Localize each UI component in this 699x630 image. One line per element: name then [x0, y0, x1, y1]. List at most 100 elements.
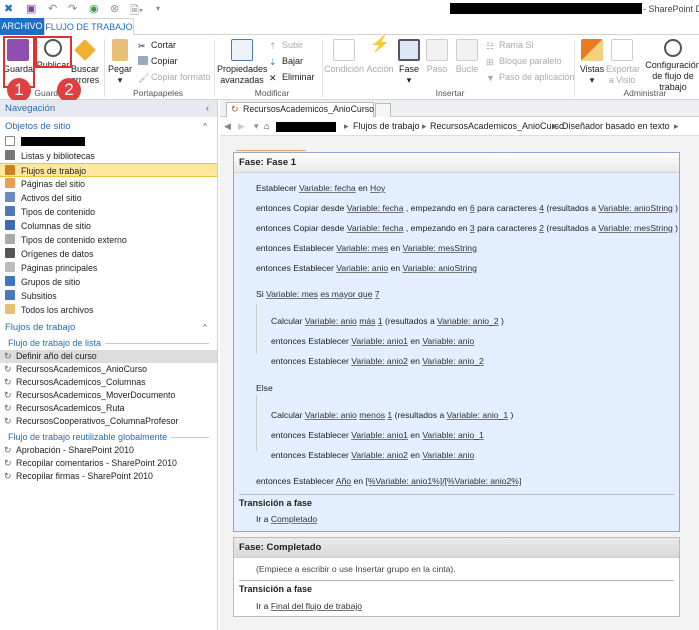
- app-step-button[interactable]: ▼ Paso de aplicación: [486, 72, 575, 83]
- nav-item[interactable]: Páginas del sitio: [0, 177, 217, 191]
- breadcrumb-text-designer[interactable]: Diseñador basado en texto: [562, 117, 670, 136]
- statement-link[interactable]: Variable: anio2: [351, 450, 408, 460]
- statement-link[interactable]: Variable: anio: [305, 316, 357, 326]
- statement-text: entonces Copiar desde: [256, 223, 347, 233]
- workflow-item[interactable]: ↻ RecursosAcademicos_Columnas: [0, 376, 217, 389]
- undo-icon[interactable]: ↶: [48, 2, 57, 15]
- nav-item[interactable]: Orígenes de datos: [0, 247, 217, 261]
- statement-link[interactable]: Variable: anio_2: [422, 356, 483, 366]
- stop-icon[interactable]: ⊗: [110, 2, 119, 15]
- statement-link[interactable]: Hoy: [370, 183, 385, 193]
- nav-item[interactable]: Activos del sitio: [0, 191, 217, 205]
- stage-fase-1[interactable]: Fase: Fase 1 Establecer Variable: fecha …: [233, 152, 680, 532]
- statement-link[interactable]: Variable: anio1: [351, 430, 408, 440]
- statement-link[interactable]: es mayor que: [320, 289, 372, 299]
- workflow-item[interactable]: ↻ Aprobación - SharePoint 2010: [0, 444, 217, 457]
- statement-link[interactable]: Variable: fecha: [347, 203, 404, 213]
- statement-link[interactable]: Variable: anio: [305, 410, 357, 420]
- export-visio-button[interactable]: Exportar a Visio: [606, 39, 640, 86]
- history-dropdown[interactable]: ▾: [254, 117, 259, 136]
- advanced-properties-button[interactable]: Propiedades avanzadas: [217, 39, 268, 86]
- nav-item[interactable]: Tipos de contenido: [0, 205, 217, 219]
- cut-button[interactable]: ✂ Cortar: [138, 40, 176, 51]
- if-branch-button[interactable]: ☷ Rama Si: [486, 40, 534, 51]
- tab-archivo[interactable]: ARCHIVO: [0, 18, 44, 35]
- stage-completado[interactable]: Fase: Completado (Empiece a escribir o u…: [233, 537, 680, 617]
- refresh-icon[interactable]: ◉: [89, 2, 99, 15]
- section-workflows[interactable]: Flujos de trabajo ^: [0, 320, 217, 336]
- copy-button[interactable]: Copiar: [138, 56, 178, 66]
- nav-item-icon: [5, 304, 15, 314]
- statement-link[interactable]: Variable: anio2: [351, 356, 408, 366]
- statement-link[interactable]: Variable: anio: [336, 263, 388, 273]
- workflow-item[interactable]: ↻ RecursosAcademicos_MoverDocumento: [0, 389, 217, 402]
- nav-item[interactable]: Columnas de sitio: [0, 219, 217, 233]
- statement-link[interactable]: 7: [375, 289, 380, 299]
- home-icon[interactable]: ⌂: [264, 117, 269, 136]
- redo-icon[interactable]: ↷: [68, 2, 77, 15]
- statement-link[interactable]: Variable: anio_1: [422, 430, 483, 440]
- statement-link[interactable]: Variable: mes: [266, 289, 318, 299]
- condition-button[interactable]: Condición: [324, 39, 364, 75]
- statement-link[interactable]: Año: [336, 476, 351, 486]
- paste-button[interactable]: Pegar ▾: [106, 39, 134, 86]
- loop-button[interactable]: Bucle: [454, 39, 480, 75]
- move-up-button[interactable]: ⇡ Subir: [269, 40, 303, 51]
- statement-link[interactable]: Variable: anio: [422, 450, 474, 460]
- new-tab-button[interactable]: [375, 103, 391, 117]
- step-button[interactable]: Paso: [424, 39, 450, 75]
- statement-link[interactable]: Variable: anioString: [403, 263, 477, 273]
- workflow-item[interactable]: ↻ RecursosCooperativos_ColumnaProfesor: [0, 415, 217, 428]
- parallel-block-button[interactable]: ⊞ Bloque paralelo: [486, 56, 562, 67]
- breadcrumb-flujos[interactable]: Flujos de trabajo: [353, 117, 420, 136]
- statement-link[interactable]: Variable: anio_1: [447, 410, 508, 420]
- nav-item[interactable]: Tipos de contenido externo: [0, 233, 217, 247]
- workflow-statement: Establecer Variable: fecha en Hoy: [256, 183, 385, 193]
- statement-link[interactable]: Variable: mes: [336, 243, 388, 253]
- tab-flujo-de-trabajo[interactable]: FLUJO DE TRABAJO: [44, 18, 134, 36]
- goto-link-completado[interactable]: Completado: [271, 514, 317, 524]
- workflow-statement: Si Variable: mes es mayor que 7: [256, 289, 380, 299]
- workflow-item[interactable]: ↻ Recopilar firmas - SharePoint 2010: [0, 470, 217, 483]
- statement-link[interactable]: Variable: anio_2: [437, 316, 498, 326]
- statement-link[interactable]: Variable: mesString: [598, 223, 672, 233]
- views-button[interactable]: Vistas ▾: [578, 39, 606, 86]
- customize-icon[interactable]: ▾: [156, 4, 160, 13]
- nav-item[interactable]: Flujos de trabajo: [0, 163, 217, 177]
- workflow-item[interactable]: ↻ Definir año del curso: [0, 350, 217, 363]
- workflow-settings-button[interactable]: Configuración de flujo de trabajo: [640, 39, 699, 93]
- workflow-item[interactable]: ↻ Recopilar comentarios - SharePoint 2010: [0, 457, 217, 470]
- breadcrumb-workflow[interactable]: RecursosAcademicos_AnioCurso: [430, 117, 564, 136]
- statement-link[interactable]: menos: [359, 410, 385, 420]
- nav-item[interactable]: Grupos de sitio: [0, 275, 217, 289]
- nav-item[interactable]: Páginas principales: [0, 261, 217, 275]
- statement-link[interactable]: más: [359, 316, 375, 326]
- separator-icon: ▸: [344, 121, 349, 131]
- forward-button[interactable]: ▶: [238, 117, 245, 136]
- statement-link[interactable]: Variable: anio1: [351, 336, 408, 346]
- goto-link-end[interactable]: Final del flujo de trabajo: [271, 601, 362, 611]
- format-painter-button[interactable]: 🖌 Copiar formato: [138, 72, 211, 83]
- action-button[interactable]: ⚡ Acción: [364, 37, 396, 75]
- stage-placeholder[interactable]: (Empiece a escribir o use Insertar grupo…: [256, 564, 456, 574]
- nav-item-site-home[interactable]: [0, 135, 217, 149]
- nav-item[interactable]: Subsitios: [0, 289, 217, 303]
- move-down-button[interactable]: ⇣ Bajar: [269, 56, 303, 67]
- back-button[interactable]: ◀: [224, 117, 231, 136]
- statement-link[interactable]: [%Variable: anio1%]/[%Variable: anio2%]: [365, 476, 521, 486]
- delete-button[interactable]: ✕ Eliminar: [269, 72, 315, 83]
- save-icon[interactable]: ▣: [26, 2, 36, 15]
- workflow-item[interactable]: ↻ RecursosAcademicos_Ruta: [0, 402, 217, 415]
- statement-link[interactable]: Variable: fecha: [299, 183, 356, 193]
- doc-tab-aniocurso[interactable]: ↻ RecursosAcademicos_AnioCurso *: [226, 102, 380, 117]
- statement-link[interactable]: Variable: mesString: [403, 243, 477, 253]
- workflow-item[interactable]: ↻ RecursosAcademicos_AnioCurso: [0, 363, 217, 376]
- section-site-objects[interactable]: Objetos de sitio ^: [0, 119, 217, 135]
- stage-button[interactable]: Fase ▾: [396, 39, 422, 86]
- nav-item[interactable]: Todos los archivos: [0, 303, 217, 317]
- statement-link[interactable]: Variable: fecha: [347, 223, 404, 233]
- collapse-icon[interactable]: ‹: [206, 100, 209, 117]
- nav-item[interactable]: Listas y bibliotecas: [0, 149, 217, 163]
- statement-link[interactable]: Variable: anio: [422, 336, 474, 346]
- statement-link[interactable]: Variable: anioString: [598, 203, 672, 213]
